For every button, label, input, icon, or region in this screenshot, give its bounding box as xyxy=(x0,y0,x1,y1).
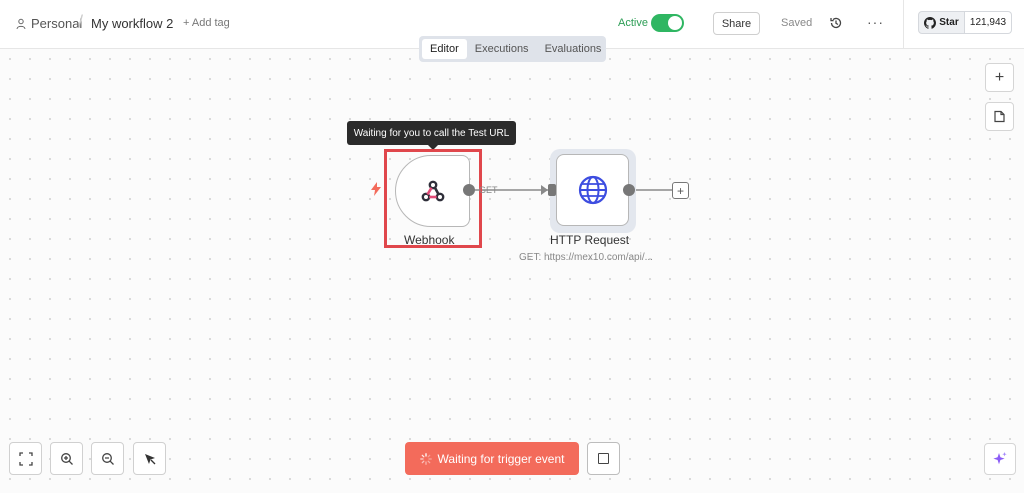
http-node-subtitle: GET: https://mex10.com/api/... xyxy=(519,252,653,263)
ai-assistant-button[interactable] xyxy=(984,443,1016,475)
edges-layer xyxy=(475,185,672,195)
edge-arrow-icon xyxy=(541,185,548,195)
stop-button[interactable] xyxy=(587,442,620,475)
edge-method-label: GET xyxy=(479,185,498,195)
http-request-node[interactable] xyxy=(556,154,629,226)
tidy-up-button[interactable] xyxy=(133,442,166,475)
zoom-out-button[interactable] xyxy=(91,442,124,475)
cursor-icon xyxy=(144,453,155,464)
globe-icon xyxy=(578,175,607,205)
webhook-node-label: Webhook xyxy=(404,233,455,247)
waiting-trigger-button[interactable]: Waiting for trigger event xyxy=(405,442,579,475)
zoom-in-button[interactable] xyxy=(50,442,83,475)
http-output-handle[interactable] xyxy=(623,184,635,196)
zoom-out-icon xyxy=(101,452,114,465)
fit-view-icon xyxy=(18,451,33,466)
sparkle-icon xyxy=(993,452,1007,465)
spinner-icon xyxy=(419,452,432,465)
trigger-button-label: Waiting for trigger event xyxy=(437,451,565,466)
trigger-bolt-icon xyxy=(371,182,381,196)
http-input-handle[interactable] xyxy=(548,184,556,196)
stop-icon xyxy=(598,453,609,464)
http-node-label: HTTP Request xyxy=(550,233,630,247)
add-next-node-button[interactable]: + xyxy=(672,182,689,199)
zoom-in-icon xyxy=(60,452,73,465)
fit-view-button[interactable] xyxy=(9,442,42,475)
